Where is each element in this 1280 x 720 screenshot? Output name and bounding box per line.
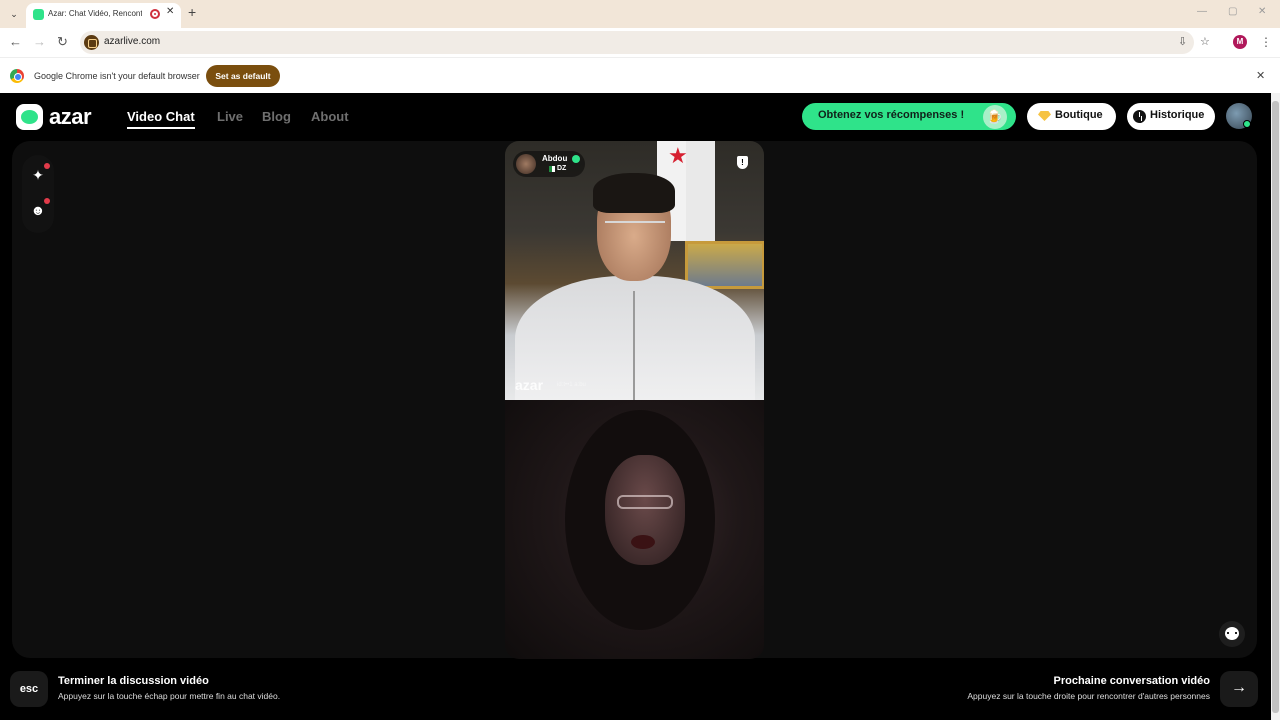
beer-mug-icon: 🍺 xyxy=(983,105,1007,129)
window-minimize-button[interactable]: — xyxy=(1197,6,1207,17)
next-chat-title: Prochaine conversation vidéo xyxy=(1053,675,1211,687)
report-shield-icon[interactable]: ! xyxy=(737,156,748,169)
online-status-dot xyxy=(1243,120,1251,128)
person-jacket xyxy=(515,276,755,400)
remote-user-country: DZ xyxy=(557,165,567,172)
jacket-zipper xyxy=(633,291,635,400)
bookmark-star-icon[interactable]: ☆ xyxy=(1200,35,1210,48)
reload-button[interactable]: ↻ xyxy=(57,35,68,49)
chat-bubble-icon xyxy=(1227,632,1237,634)
azar-page: azar Video Chat Live Blog About Obtenez … xyxy=(0,93,1280,720)
nav-video-chat[interactable]: Video Chat xyxy=(127,109,195,124)
recording-indicator-icon xyxy=(150,9,160,19)
url-text[interactable]: azarlive.com xyxy=(104,36,160,47)
nav-blog[interactable]: Blog xyxy=(262,109,291,124)
back-button[interactable]: ← xyxy=(9,35,22,49)
forward-button[interactable]: → xyxy=(33,35,46,49)
nav-about[interactable]: About xyxy=(311,109,349,124)
remote-video-feed: ★ Abdou DZ ! azar id:t••1 a:bu xyxy=(505,141,764,400)
remote-user-name: Abdou xyxy=(542,154,568,163)
background-picture-frame xyxy=(685,241,764,289)
browser-tab-active[interactable]: Azar: Chat Vidéo, Rencontre ✕ xyxy=(26,3,181,28)
local-video-feed xyxy=(505,400,764,659)
stickers-notification-dot xyxy=(44,198,50,204)
azar-favicon-icon xyxy=(33,9,44,20)
browser-tab-bar: ⌄ Azar: Chat Vidéo, Rencontre ✕ + — ▢ ✕ xyxy=(0,0,1280,28)
effects-notification-dot xyxy=(44,163,50,169)
clock-icon xyxy=(1133,110,1146,123)
azar-logo-icon[interactable] xyxy=(16,104,43,130)
verified-badge-icon xyxy=(572,155,580,163)
window-restore-button[interactable]: ▢ xyxy=(1228,6,1237,17)
infobar-message: Google Chrome isn't your default browser xyxy=(34,71,200,81)
end-chat-title: Terminer la discussion vidéo xyxy=(58,675,209,687)
browser-menu-icon[interactable]: ⋮ xyxy=(1260,35,1272,49)
history-button[interactable]: Historique xyxy=(1127,103,1215,130)
local-person-mouth xyxy=(631,535,655,549)
person-hair xyxy=(593,173,675,213)
watermark-id: id:t••1 a:bu xyxy=(557,382,586,388)
end-chat-subtitle: Appuyez sur la touche échap pour mettre … xyxy=(58,691,281,701)
side-toolbar: ✦ ☻ xyxy=(22,155,54,233)
tab-close-icon[interactable]: ✕ xyxy=(166,6,174,17)
algeria-flag-icon xyxy=(549,166,555,172)
nav-active-underline xyxy=(127,127,195,129)
rewards-button-label: Obtenez vos récompenses ! xyxy=(818,109,965,121)
window-close-button[interactable]: ✕ xyxy=(1258,6,1266,17)
person-glasses xyxy=(605,221,665,231)
azar-logo-text[interactable]: azar xyxy=(49,104,92,130)
nav-live[interactable]: Live xyxy=(217,109,243,124)
end-chat-esc-button[interactable]: esc xyxy=(10,671,48,707)
remote-user-avatar xyxy=(516,154,536,174)
infobar-close-icon[interactable]: ✕ xyxy=(1256,69,1265,82)
gem-icon xyxy=(1038,111,1051,121)
remote-user-badge[interactable]: Abdou DZ xyxy=(513,151,585,177)
local-person-glasses xyxy=(617,495,673,509)
new-tab-button[interactable]: + xyxy=(188,4,196,20)
browser-toolbar: ← → ↻ azarlive.com ⇩ ☆ M ⋮ xyxy=(0,28,1280,57)
shop-button-label: Boutique xyxy=(1055,109,1103,121)
tab-title: Azar: Chat Vidéo, Rencontre xyxy=(48,9,142,18)
default-browser-infobar: Google Chrome isn't your default browser… xyxy=(0,57,1280,93)
site-info-icon[interactable] xyxy=(84,35,99,50)
install-app-icon[interactable]: ⇩ xyxy=(1178,35,1187,48)
chat-bubble-button[interactable] xyxy=(1219,621,1245,647)
address-bar[interactable]: azarlive.com ⇩ ☆ xyxy=(80,31,1210,54)
tab-search-button[interactable]: ⌄ xyxy=(6,6,22,22)
next-chat-arrow-button[interactable]: → xyxy=(1220,671,1258,707)
next-chat-subtitle: Appuyez sur la touche droite pour rencon… xyxy=(967,691,1210,701)
page-scrollbar-thumb[interactable] xyxy=(1272,101,1279,713)
rewards-button[interactable]: Obtenez vos récompenses ! 🍺 xyxy=(802,103,1016,130)
profile-avatar[interactable]: M xyxy=(1233,35,1247,49)
azar-watermark: azar xyxy=(515,377,544,393)
chrome-logo-icon xyxy=(10,69,24,83)
flag-star-icon: ★ xyxy=(668,143,688,168)
set-as-default-button[interactable]: Set as default xyxy=(206,65,280,87)
history-button-label: Historique xyxy=(1150,109,1205,121)
shop-button[interactable]: Boutique xyxy=(1027,103,1116,130)
